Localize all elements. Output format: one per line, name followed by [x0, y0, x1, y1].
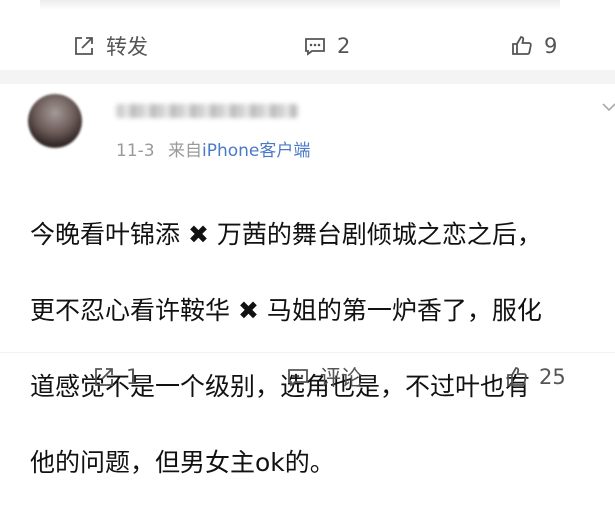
- comment-date: 11-3: [116, 141, 155, 161]
- post-action-bar: 转发 2 9: [0, 22, 615, 71]
- like-count: 25: [539, 365, 566, 389]
- source-client[interactable]: iPhone客户端: [202, 141, 310, 161]
- repost-button[interactable]: 转发: [72, 22, 148, 70]
- chevron-down-icon[interactable]: [602, 100, 615, 114]
- share-icon: [95, 368, 113, 386]
- avatar[interactable]: [28, 94, 82, 148]
- comment-button[interactable]: 2: [303, 22, 350, 70]
- like-icon: [507, 367, 527, 386]
- like-count: 9: [544, 34, 558, 58]
- section-separator: [0, 70, 615, 84]
- source-prefix: 来自: [168, 141, 202, 161]
- comment-count: 2: [337, 34, 351, 58]
- username-blurred[interactable]: [116, 104, 298, 118]
- comment-icon: [288, 369, 308, 387]
- comment-icon: [305, 38, 325, 56]
- repost-label: 转发: [106, 35, 148, 59]
- previous-post-edge: [0, 0, 615, 22]
- repost-button[interactable]: 1: [92, 353, 139, 401]
- comment-meta: 11-3 来自iPhone客户端: [116, 136, 310, 161]
- comment-text: 今晚看叶锦添 ✖ 万茜的舞台剧倾城之恋之后， 更不忍心看许鞍华 ✖ 马姐的第一炉…: [30, 178, 615, 520]
- previous-post-shadow: [40, 0, 560, 10]
- comment-action-bar: 1 评论 25: [0, 352, 615, 401]
- repost-count: 1: [126, 365, 140, 389]
- comment-line: 今晚看叶锦添 ✖ 万茜的舞台剧倾城之恋之后，: [30, 220, 542, 249]
- like-icon: [512, 36, 532, 55]
- comment-line: 更不忍心看许鞍华 ✖ 马姐的第一炉香了，服化: [30, 296, 542, 325]
- comment-line: 他的问题，但男女主ok的。: [30, 448, 335, 477]
- comment-button[interactable]: 评论: [286, 353, 362, 401]
- share-icon: [75, 37, 93, 55]
- comment-label: 评论: [320, 366, 362, 390]
- like-button[interactable]: 9: [510, 22, 557, 70]
- like-button[interactable]: 25: [505, 353, 566, 401]
